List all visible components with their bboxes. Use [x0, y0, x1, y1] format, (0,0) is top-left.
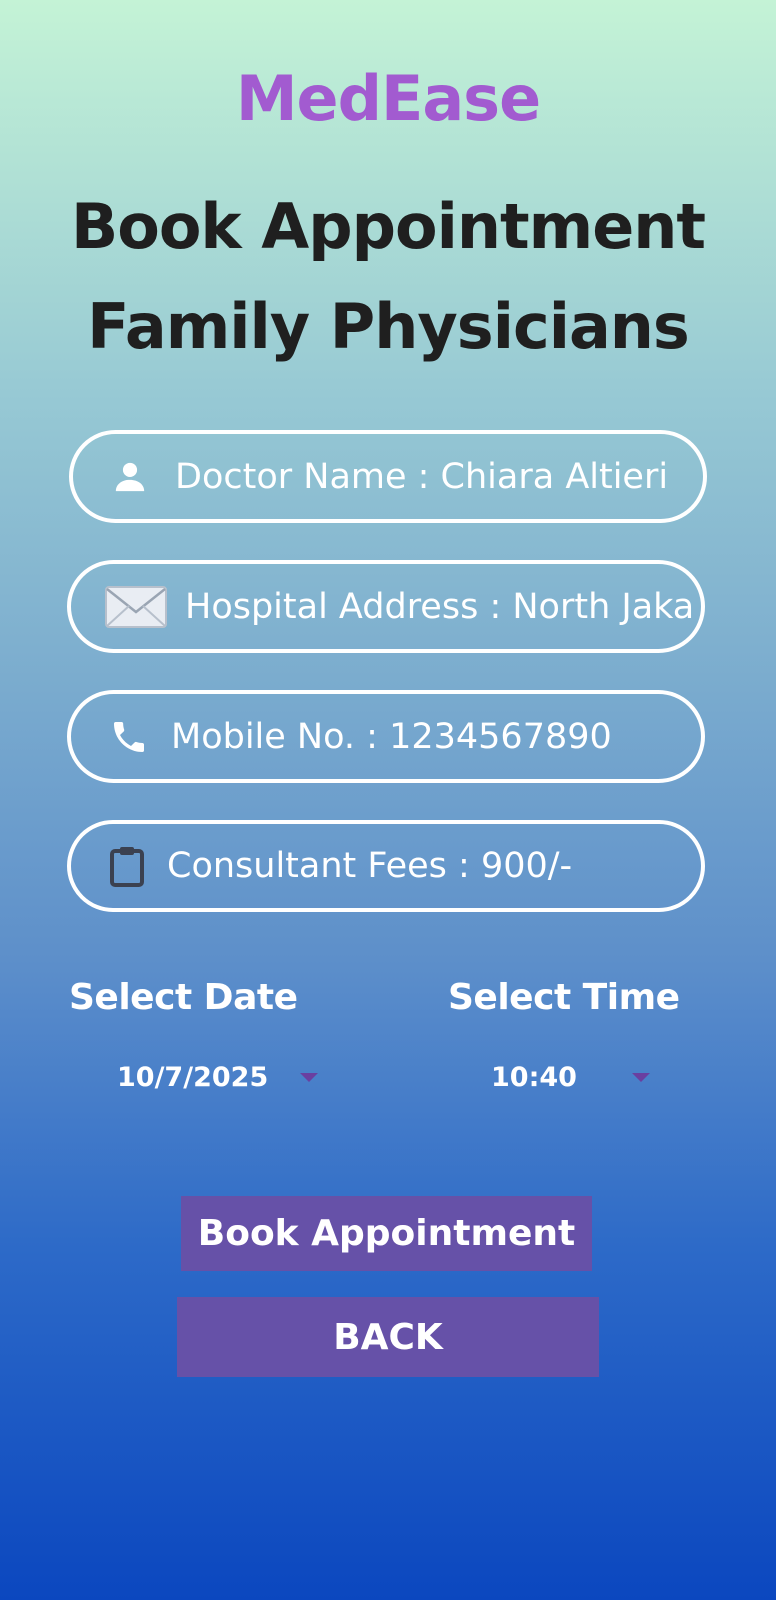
person-icon — [113, 460, 147, 494]
book-appointment-button[interactable]: Book Appointment — [181, 1196, 592, 1271]
hospital-address-field[interactable]: Hospital Address : North Jaka — [67, 560, 705, 653]
page-title: Book Appointment — [70, 190, 706, 263]
date-picker[interactable]: 10/7/2025 — [117, 1062, 268, 1093]
select-date-label: Select Date — [69, 977, 298, 1018]
time-picker[interactable]: 10:40 — [491, 1062, 577, 1093]
mobile-number-field[interactable]: Mobile No. : 1234567890 — [67, 690, 705, 783]
select-time-label: Select Time — [448, 977, 680, 1018]
time-dropdown-arrow-icon[interactable] — [632, 1073, 650, 1082]
phone-icon — [109, 717, 149, 757]
back-button[interactable]: BACK — [177, 1297, 599, 1377]
date-dropdown-arrow-icon[interactable] — [300, 1073, 318, 1082]
consultant-fees-text: Consultant Fees : 900/- — [167, 846, 573, 886]
hospital-address-text: Hospital Address : North Jaka — [185, 586, 695, 627]
app-title: MedEase — [235, 62, 541, 135]
mobile-number-text: Mobile No. : 1234567890 — [171, 716, 612, 757]
doctor-name-field[interactable]: Doctor Name : Chiara Altieri — [69, 430, 707, 523]
doctor-name-text: Doctor Name : Chiara Altieri — [175, 456, 669, 497]
envelope-icon — [105, 585, 167, 629]
page-subtitle: Family Physicians — [87, 290, 690, 363]
clipboard-icon — [109, 845, 145, 887]
consultant-fees-field[interactable]: Consultant Fees : 900/- — [67, 820, 705, 912]
